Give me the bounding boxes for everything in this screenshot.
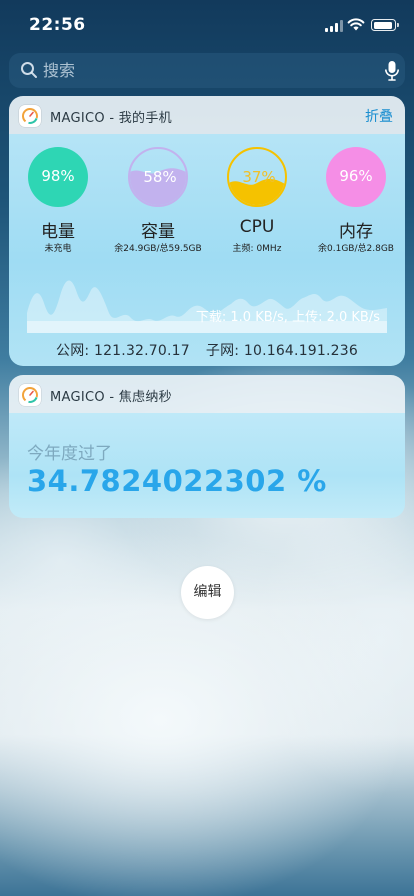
cpu-percent: 37% bbox=[242, 168, 276, 186]
collapse-button[interactable]: 折叠 bbox=[365, 106, 393, 126]
magico-app-icon bbox=[19, 384, 41, 406]
memory-gauge: 96% 内存 余0.1GB/总2.8GB bbox=[318, 147, 394, 254]
widget-title: MAGICO - 我的手机 bbox=[50, 111, 172, 126]
clock: 22:56 bbox=[29, 15, 86, 35]
storage-label: 容量 bbox=[141, 222, 175, 242]
widget-header: MAGICO - 我的手机 折叠 bbox=[9, 96, 405, 134]
magico-app-icon bbox=[19, 105, 41, 127]
microphone-icon[interactable] bbox=[384, 60, 400, 82]
memory-detail: 余0.1GB/总2.8GB bbox=[318, 244, 394, 254]
battery-gauge: 98% 电量 未充电 bbox=[28, 147, 88, 254]
memory-label: 内存 bbox=[339, 222, 373, 242]
cellular-signal-icon bbox=[325, 20, 343, 32]
search-input[interactable] bbox=[43, 53, 363, 88]
memory-percent: 96% bbox=[339, 167, 373, 185]
cpu-circle: 37% bbox=[227, 147, 287, 207]
wifi-icon bbox=[347, 18, 365, 31]
ip-addresses: 公网: 121.32.70.17 子网: 10.164.191.236 bbox=[9, 340, 405, 360]
storage-gauge: 58% 容量 余24.9GB/总59.5GB bbox=[114, 147, 202, 254]
network-speed-text: 下载: 1.0 KB/s, 上传: 2.0 KB/s bbox=[195, 310, 380, 325]
widget-title: MAGICO - 焦虑纳秒 bbox=[50, 390, 172, 405]
battery-percent: 98% bbox=[41, 167, 75, 185]
memory-circle: 96% bbox=[326, 147, 386, 207]
widget-body: 今年度过了 34.7824022302 % bbox=[9, 413, 405, 518]
storage-percent: 58% bbox=[143, 168, 177, 186]
battery-icon bbox=[371, 19, 399, 31]
cpu-label: CPU bbox=[239, 217, 275, 237]
battery-circle: 98% bbox=[28, 147, 88, 207]
private-ip: 子网: 10.164.191.236 bbox=[205, 343, 358, 359]
public-ip: 公网: 121.32.70.17 bbox=[56, 343, 190, 359]
search-icon bbox=[21, 62, 37, 78]
year-progress-value: 34.7824022302 % bbox=[27, 464, 327, 498]
search-bar[interactable] bbox=[9, 53, 405, 88]
cpu-gauge: 37% CPU 主频: 0MHz bbox=[227, 147, 287, 254]
edit-button[interactable]: 编辑 bbox=[181, 566, 234, 619]
year-progress-label: 今年度过了 bbox=[27, 444, 112, 464]
widget-header: MAGICO - 焦虑纳秒 bbox=[9, 375, 405, 413]
phone-status-widget[interactable]: MAGICO - 我的手机 折叠 98% 电量 未充电 58% 容量 余24.9… bbox=[9, 96, 405, 366]
year-progress-widget[interactable]: MAGICO - 焦虑纳秒 今年度过了 34.7824022302 % bbox=[9, 375, 405, 518]
battery-label: 电量 bbox=[41, 222, 75, 242]
storage-circle: 58% bbox=[128, 147, 188, 207]
widget-body: 98% 电量 未充电 58% 容量 余24.9GB/总59.5GB 37% CP… bbox=[9, 134, 405, 366]
status-bar: 22:56 bbox=[0, 0, 414, 48]
